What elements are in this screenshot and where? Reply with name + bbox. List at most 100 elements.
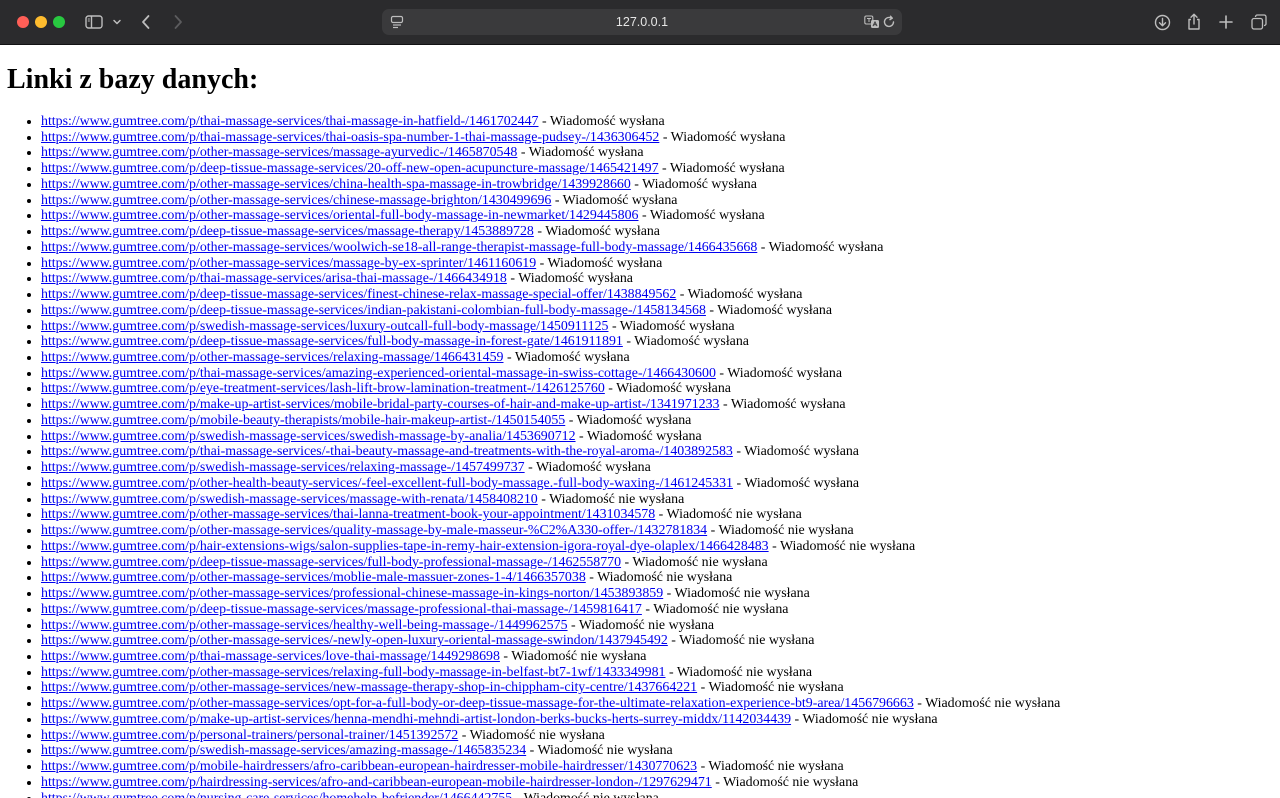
link-url[interactable]: https://www.gumtree.com/p/hair-extension… (41, 539, 769, 554)
link-url[interactable]: https://www.gumtree.com/p/thai-massage-s… (41, 444, 733, 459)
translate-icon[interactable] (864, 15, 880, 34)
link-url[interactable]: https://www.gumtree.com/p/other-massage-… (41, 507, 655, 522)
list-item: https://www.gumtree.com/p/swedish-massag… (41, 743, 1271, 759)
separator: - (630, 176, 643, 192)
separator: - (659, 129, 671, 145)
list-item: https://www.gumtree.com/p/thai-massage-s… (41, 114, 1271, 130)
chevron-down-icon[interactable] (111, 11, 123, 33)
status-text: Wiadomość wysłana (717, 302, 833, 318)
link-url[interactable]: https://www.gumtree.com/p/swedish-massag… (41, 429, 576, 444)
downloads-icon[interactable] (1153, 11, 1171, 33)
address-url: 127.0.0.1 (615, 15, 669, 29)
link-url[interactable]: https://www.gumtree.com/p/other-massage-… (41, 618, 568, 633)
zoom-window-button[interactable] (53, 16, 65, 28)
list-item: https://www.gumtree.com/p/make-up-artist… (41, 712, 1271, 728)
link-url[interactable]: https://www.gumtree.com/p/other-massage-… (41, 680, 697, 695)
separator: - (667, 633, 680, 649)
link-url[interactable]: https://www.gumtree.com/p/personal-train… (41, 728, 458, 743)
list-item: https://www.gumtree.com/p/deep-tissue-ma… (41, 224, 1271, 240)
separator: - (655, 507, 667, 523)
separator: - (608, 318, 620, 334)
link-url[interactable]: https://www.gumtree.com/p/other-massage-… (41, 523, 707, 538)
link-url[interactable]: https://www.gumtree.com/p/deep-tissue-ma… (41, 161, 659, 176)
link-url[interactable]: https://www.gumtree.com/p/nursing-care-s… (41, 791, 512, 798)
link-url[interactable]: https://www.gumtree.com/p/other-massage-… (41, 240, 757, 255)
link-url[interactable]: https://www.gumtree.com/p/other-massage-… (41, 633, 668, 648)
link-url[interactable]: https://www.gumtree.com/p/hairdressing-s… (41, 775, 712, 790)
link-url[interactable]: https://www.gumtree.com/p/mobile-hairdre… (41, 759, 697, 774)
separator: - (526, 743, 538, 759)
list-item: https://www.gumtree.com/p/other-massage-… (41, 177, 1271, 193)
page-content: Linki z bazy danych: https://www.gumtree… (0, 46, 1280, 798)
list-item: https://www.gumtree.com/p/other-health-b… (41, 476, 1271, 492)
status-text: Wiadomość wysłana (547, 255, 663, 271)
link-url[interactable]: https://www.gumtree.com/p/other-massage-… (41, 145, 517, 160)
link-url[interactable]: https://www.gumtree.com/p/thai-massage-s… (41, 271, 507, 286)
address-bar[interactable]: 127.0.0.1 (382, 9, 902, 35)
link-url[interactable]: https://www.gumtree.com/p/other-massage-… (41, 665, 666, 680)
link-url[interactable]: https://www.gumtree.com/p/eye-treatment-… (41, 381, 605, 396)
share-icon[interactable] (1185, 11, 1203, 33)
forward-icon[interactable] (170, 11, 186, 33)
link-url[interactable]: https://www.gumtree.com/p/deep-tissue-ma… (41, 602, 642, 617)
status-text: Wiadomość wysłana (535, 460, 651, 476)
separator: - (524, 460, 536, 476)
link-url[interactable]: https://www.gumtree.com/p/deep-tissue-ma… (41, 555, 621, 570)
status-text: Wiadomość nie wysłana (578, 617, 715, 633)
link-url[interactable]: https://www.gumtree.com/p/swedish-massag… (41, 319, 608, 334)
list-item: https://www.gumtree.com/p/other-massage-… (41, 145, 1271, 161)
link-url[interactable]: https://www.gumtree.com/p/deep-tissue-ma… (41, 334, 623, 349)
link-url[interactable]: https://www.gumtree.com/p/mobile-beauty-… (41, 413, 565, 428)
browser-toolbar: 127.0.0.1 (0, 0, 1280, 45)
link-url[interactable]: https://www.gumtree.com/p/other-massage-… (41, 586, 663, 601)
back-icon[interactable] (138, 11, 154, 33)
separator: - (622, 334, 635, 350)
separator: - (732, 444, 745, 460)
separator: - (517, 145, 529, 161)
link-url[interactable]: https://www.gumtree.com/p/other-massage-… (41, 696, 914, 711)
list-item: https://www.gumtree.com/p/swedish-massag… (41, 460, 1271, 476)
tab-overview-icon[interactable] (1250, 11, 1268, 33)
link-url[interactable]: https://www.gumtree.com/p/deep-tissue-ma… (41, 303, 706, 318)
link-url[interactable]: https://www.gumtree.com/p/swedish-massag… (41, 460, 525, 475)
link-url[interactable]: https://www.gumtree.com/p/other-massage-… (41, 193, 551, 208)
list-item: https://www.gumtree.com/p/nursing-care-s… (41, 791, 1271, 798)
link-url[interactable]: https://www.gumtree.com/p/swedish-massag… (41, 743, 526, 758)
link-url[interactable]: https://www.gumtree.com/p/other-massage-… (41, 177, 631, 192)
link-url[interactable]: https://www.gumtree.com/p/thai-massage-s… (41, 649, 500, 664)
status-text: Wiadomość wysłana (545, 224, 660, 240)
minimize-window-button[interactable] (35, 16, 47, 28)
separator: - (537, 491, 550, 507)
status-text: Wiadomość wysłana (642, 176, 757, 192)
status-text: Wiadomość nie wysłana (632, 554, 768, 570)
list-item: https://www.gumtree.com/p/thai-massage-s… (41, 130, 1271, 146)
list-item: https://www.gumtree.com/p/deep-tissue-ma… (41, 303, 1271, 319)
link-url[interactable]: https://www.gumtree.com/p/other-massage-… (41, 256, 536, 271)
link-url[interactable]: https://www.gumtree.com/p/other-massage-… (41, 208, 639, 223)
status-text: Wiadomość nie wysłana (674, 586, 810, 602)
close-window-button[interactable] (17, 16, 29, 28)
separator: - (665, 664, 677, 680)
link-url[interactable]: https://www.gumtree.com/p/other-massage-… (41, 350, 504, 365)
status-text: Wiadomość wysłana (727, 365, 842, 381)
separator: - (621, 554, 633, 570)
link-url[interactable]: https://www.gumtree.com/p/swedish-massag… (41, 492, 538, 507)
status-text: Wiadomość nie wysłana (676, 664, 813, 680)
link-url[interactable]: https://www.gumtree.com/p/thai-massage-s… (41, 130, 659, 145)
link-url[interactable]: https://www.gumtree.com/p/thai-massage-s… (41, 114, 539, 129)
link-url[interactable]: https://www.gumtree.com/p/deep-tissue-ma… (41, 224, 534, 239)
list-item: https://www.gumtree.com/p/eye-treatment-… (41, 381, 1271, 397)
link-url[interactable]: https://www.gumtree.com/p/deep-tissue-ma… (41, 287, 676, 302)
new-tab-icon[interactable] (1217, 11, 1235, 33)
reload-icon[interactable] (882, 15, 896, 34)
link-url[interactable]: https://www.gumtree.com/p/thai-massage-s… (41, 366, 716, 381)
link-url[interactable]: https://www.gumtree.com/p/make-up-artist… (41, 712, 791, 727)
link-url[interactable]: https://www.gumtree.com/p/other-massage-… (41, 570, 586, 585)
link-url[interactable]: https://www.gumtree.com/p/other-health-b… (41, 476, 733, 491)
list-item: https://www.gumtree.com/p/other-massage-… (41, 193, 1271, 209)
separator: - (604, 381, 617, 397)
sidebar-toggle-icon[interactable] (84, 11, 104, 33)
link-url[interactable]: https://www.gumtree.com/p/make-up-artist… (41, 397, 719, 412)
status-text: Wiadomość wysłana (562, 192, 678, 208)
list-item: https://www.gumtree.com/p/other-massage-… (41, 350, 1271, 366)
